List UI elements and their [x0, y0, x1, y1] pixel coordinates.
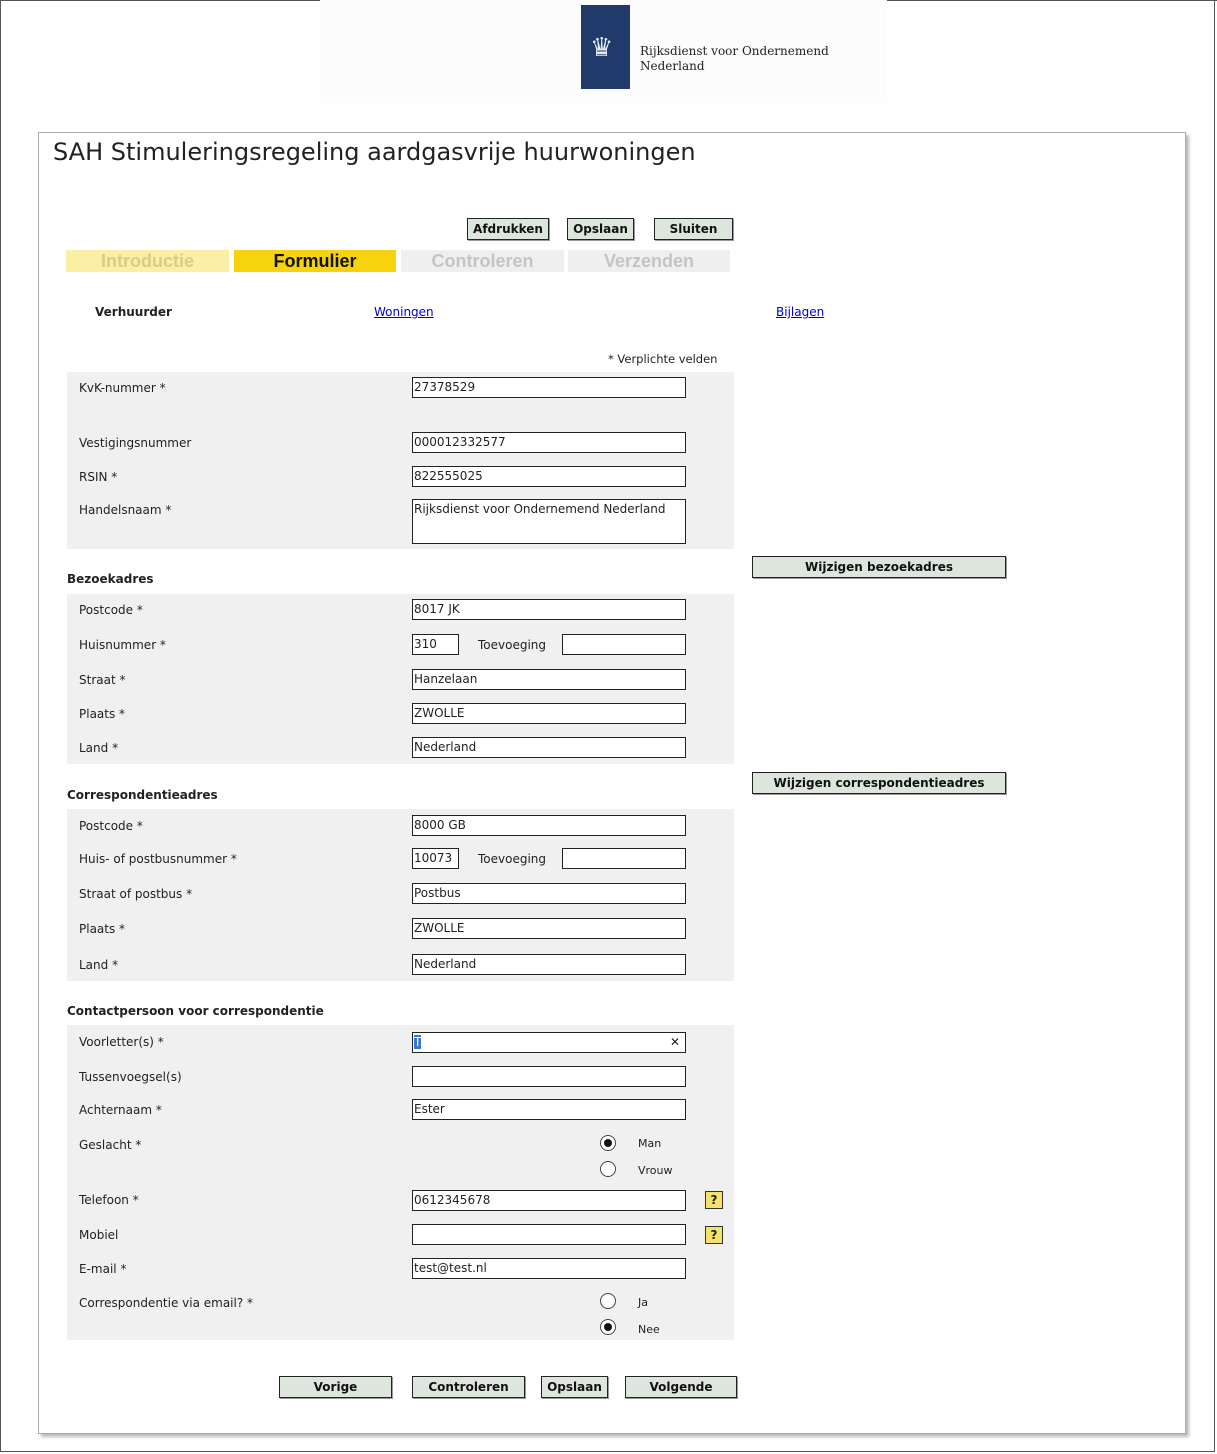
corr-straat-input[interactable]: Postbus — [412, 883, 686, 904]
bezoek-land-input[interactable]: Nederland — [412, 737, 686, 758]
print-button[interactable]: Afdrukken — [467, 218, 549, 240]
via-email-nee-radio[interactable] — [600, 1319, 616, 1335]
bezoek-land-label: Land * — [79, 741, 119, 755]
required-fields-note: * Verplichte velden — [608, 352, 718, 366]
step-introductie[interactable]: Introductie — [66, 250, 229, 272]
page-title: SAH Stimuleringsregeling aardgasvrije hu… — [53, 138, 696, 166]
corr-land-input[interactable]: Nederland — [412, 954, 686, 975]
via-email-label: Correspondentie via email? * — [79, 1296, 254, 1310]
tussenvoegsel-label: Tussenvoegsel(s) — [79, 1070, 182, 1084]
voorletters-label: Voorletter(s) * — [79, 1035, 164, 1049]
contact-heading: Contactpersoon voor correspondentie — [67, 1004, 324, 1018]
geslacht-label: Geslacht * — [79, 1138, 142, 1152]
step-verzenden[interactable]: Verzenden — [568, 250, 730, 272]
email-label: E-mail * — [79, 1262, 127, 1276]
tussenvoegsel-input[interactable] — [412, 1066, 686, 1087]
correspondentieadres-heading: Correspondentieadres — [67, 788, 218, 802]
handelsnaam-label: Handelsnaam * — [79, 503, 172, 517]
bezoek-straat-input[interactable]: Hanzelaan — [412, 669, 686, 690]
tab-bijlagen[interactable]: Bijlagen — [776, 305, 824, 319]
org-name-line2: Nederland — [640, 59, 705, 73]
corr-toevoeging-input[interactable] — [562, 848, 686, 869]
mobiel-input[interactable] — [412, 1224, 686, 1245]
telefoon-help-icon[interactable]: ? — [705, 1191, 723, 1209]
bezoek-huisnummer-label: Huisnummer * — [79, 638, 166, 652]
via-email-ja-label: Ja — [638, 1296, 648, 1309]
change-visit-address-button[interactable]: Wijzigen bezoekadres — [752, 556, 1006, 578]
mobiel-label: Mobiel — [79, 1228, 119, 1242]
close-button[interactable]: Sluiten — [654, 218, 733, 240]
geslacht-vrouw-radio[interactable] — [600, 1161, 616, 1177]
crest-icon: ♛ — [590, 33, 614, 63]
bezoek-plaats-label: Plaats * — [79, 707, 126, 721]
save-button-bottom[interactable]: Opslaan — [541, 1376, 608, 1398]
tab-woningen[interactable]: Woningen — [374, 305, 434, 319]
geslacht-man-radio[interactable] — [600, 1135, 616, 1151]
via-email-nee-label: Nee — [638, 1323, 660, 1336]
change-correspondence-address-button[interactable]: Wijzigen correspondentieadres — [752, 772, 1006, 794]
save-button-top[interactable]: Opslaan — [567, 218, 634, 240]
step-formulier[interactable]: Formulier — [234, 250, 396, 272]
rvo-logo: ♛ — [581, 5, 630, 89]
kvk-label: KvK-nummer * — [79, 381, 166, 395]
telefoon-label: Telefoon * — [79, 1193, 139, 1207]
voorletters-input[interactable]: T ✕ — [412, 1032, 686, 1053]
tab-verhuurder: Verhuurder — [95, 305, 172, 319]
voorletters-selected-text: T — [414, 1035, 422, 1049]
geslacht-vrouw-label: Vrouw — [638, 1164, 673, 1177]
next-button[interactable]: Volgende — [625, 1376, 737, 1398]
corr-huisnummer-input[interactable]: 10073 — [412, 848, 459, 869]
achternaam-label: Achternaam * — [79, 1103, 162, 1117]
corr-plaats-input[interactable]: ZWOLLE — [412, 918, 686, 939]
clear-icon[interactable]: ✕ — [670, 1033, 680, 1052]
achternaam-input[interactable]: Ester — [412, 1099, 686, 1120]
via-email-ja-radio[interactable] — [600, 1293, 616, 1309]
mobiel-help-icon[interactable]: ? — [705, 1226, 723, 1244]
prev-button[interactable]: Vorige — [279, 1376, 392, 1398]
corr-huisnummer-label: Huis- of postbusnummer * — [79, 852, 237, 866]
vestiging-label: Vestigingsnummer — [79, 436, 192, 450]
bezoek-toevoeging-input[interactable] — [562, 634, 686, 655]
corr-postcode-input[interactable]: 8000 GB — [412, 815, 686, 836]
bezoek-huisnummer-input[interactable]: 310 — [412, 634, 459, 655]
bezoek-postcode-label: Postcode * — [79, 603, 143, 617]
corr-postcode-label: Postcode * — [79, 819, 143, 833]
corr-toevoeging-label: Toevoeging — [478, 852, 547, 866]
kvk-input[interactable]: 27378529 — [412, 377, 686, 398]
corr-straat-label: Straat of postbus * — [79, 887, 193, 901]
corr-plaats-label: Plaats * — [79, 922, 126, 936]
check-button[interactable]: Controleren — [412, 1376, 525, 1398]
email-input[interactable]: test@test.nl — [412, 1258, 686, 1279]
bezoek-postcode-input[interactable]: 8017 JK — [412, 599, 686, 620]
org-name: Rijksdienst voor Ondernemend Nederland — [640, 44, 829, 74]
vestiging-input[interactable]: 000012332577 — [412, 432, 686, 453]
bezoek-toevoeging-label: Toevoeging — [478, 638, 547, 652]
org-name-line1: Rijksdienst voor Ondernemend — [640, 44, 829, 58]
bezoekadres-heading: Bezoekadres — [67, 572, 154, 586]
rsin-input[interactable]: 822555025 — [412, 466, 686, 487]
bezoek-plaats-input[interactable]: ZWOLLE — [412, 703, 686, 724]
corr-land-label: Land * — [79, 958, 119, 972]
geslacht-man-label: Man — [638, 1137, 662, 1150]
bezoek-straat-label: Straat * — [79, 673, 126, 687]
rsin-label: RSIN * — [79, 470, 118, 484]
step-controleren[interactable]: Controleren — [401, 250, 564, 272]
telefoon-input[interactable]: 0612345678 — [412, 1190, 686, 1211]
handelsnaam-input[interactable]: Rijksdienst voor Ondernemend Nederland — [412, 499, 686, 544]
